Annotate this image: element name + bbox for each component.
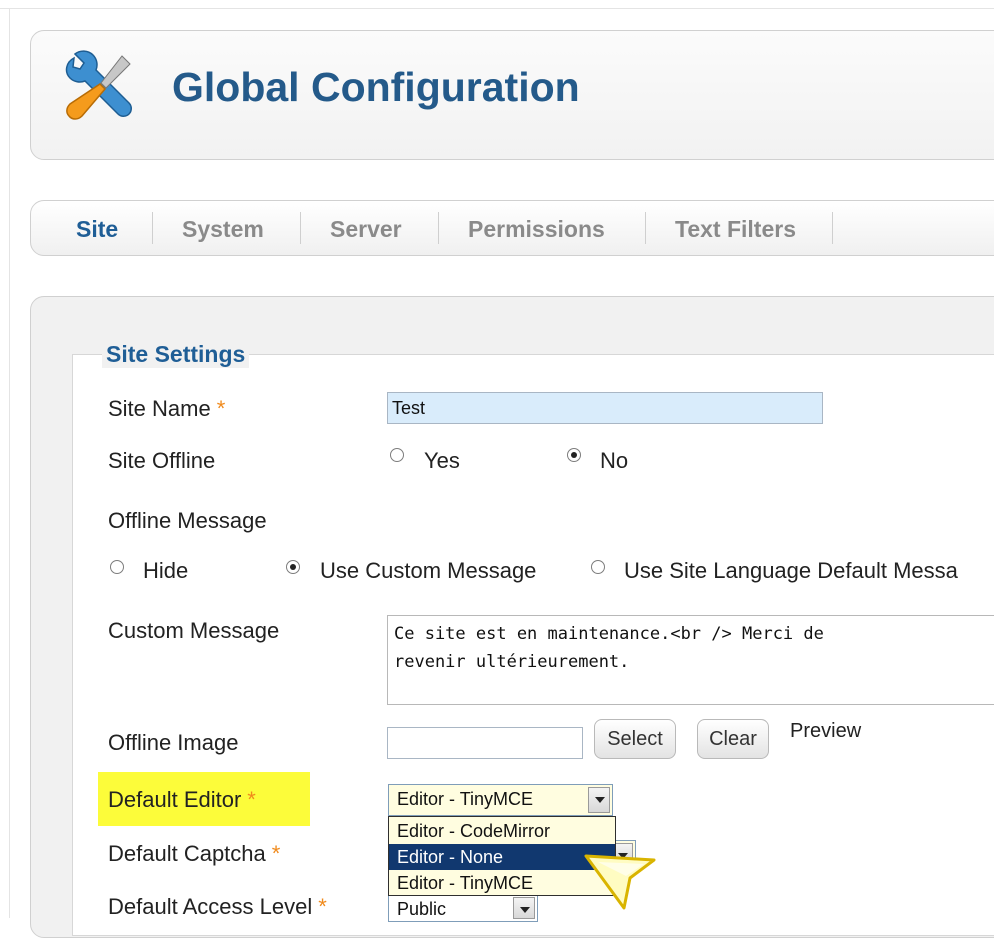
offline-message-hide-label: Hide xyxy=(143,558,189,583)
window-left-border xyxy=(9,8,10,918)
clear-image-button[interactable]: Clear xyxy=(697,719,769,759)
offline-image-label: Offline Image xyxy=(108,730,239,755)
fieldset-legend: Site Settings xyxy=(102,341,250,368)
offline-message-hide-radio[interactable] xyxy=(110,560,124,574)
offline-message-custom-radio[interactable] xyxy=(286,560,300,574)
required-marker: * xyxy=(247,787,256,812)
offline-message-custom-label: Use Custom Message xyxy=(320,558,537,583)
offline-message-label: Offline Message xyxy=(108,508,267,533)
default-access-level-value: Public xyxy=(397,899,447,919)
chevron-down-icon[interactable] xyxy=(588,787,610,813)
editor-option-none[interactable]: Editor - None xyxy=(389,844,615,870)
custom-message-textarea[interactable]: Ce site est en maintenance.<br /> Merci … xyxy=(387,615,994,705)
default-editor-select[interactable]: Editor - TinyMCE xyxy=(388,784,613,816)
site-offline-label: Site Offline xyxy=(108,448,216,473)
site-name-input[interactable] xyxy=(387,392,823,424)
tab-divider xyxy=(832,212,833,244)
pointer-arrow-icon xyxy=(584,854,656,910)
site-offline-yes-label: Yes xyxy=(424,448,460,473)
default-captcha-label: Default Captcha * xyxy=(108,841,281,866)
chevron-down-icon[interactable] xyxy=(513,897,535,919)
tab-divider xyxy=(645,212,646,244)
tab-site[interactable]: Site xyxy=(76,214,118,244)
required-marker: * xyxy=(318,894,327,919)
preview-label: Preview xyxy=(790,720,862,742)
window-top-border xyxy=(0,8,994,9)
required-marker: * xyxy=(271,841,281,866)
custom-message-label: Custom Message xyxy=(108,618,280,643)
tab-text-filters[interactable]: Text Filters xyxy=(675,214,796,244)
offline-message-default-label: Use Site Language Default Messa xyxy=(624,558,958,583)
tab-server[interactable]: Server xyxy=(330,214,402,244)
offline-image-input[interactable] xyxy=(387,727,583,759)
tools-icon xyxy=(65,50,132,120)
site-offline-no-radio[interactable] xyxy=(567,448,581,462)
required-marker: * xyxy=(216,396,226,421)
tab-divider xyxy=(438,212,439,244)
default-editor-value: Editor - TinyMCE xyxy=(397,789,534,809)
default-access-level-label: Default Access Level * xyxy=(108,894,327,919)
offline-message-default-radio[interactable] xyxy=(591,560,605,574)
select-image-button[interactable]: Select xyxy=(594,719,676,759)
site-offline-yes-radio[interactable] xyxy=(390,448,404,462)
tab-divider xyxy=(300,212,301,244)
editor-dropdown-list: Editor - CodeMirror Editor - None Editor… xyxy=(388,816,616,896)
tab-divider xyxy=(152,212,153,244)
tab-permissions[interactable]: Permissions xyxy=(468,214,605,244)
site-name-label: Site Name * xyxy=(108,396,226,421)
default-editor-label: Default Editor * xyxy=(108,787,256,812)
tab-system[interactable]: System xyxy=(182,214,264,244)
site-offline-no-label: No xyxy=(600,448,629,473)
editor-option-tinymce[interactable]: Editor - TinyMCE xyxy=(389,870,615,896)
editor-option-codemirror[interactable]: Editor - CodeMirror xyxy=(389,818,615,844)
page-title: Global Configuration xyxy=(172,64,580,110)
